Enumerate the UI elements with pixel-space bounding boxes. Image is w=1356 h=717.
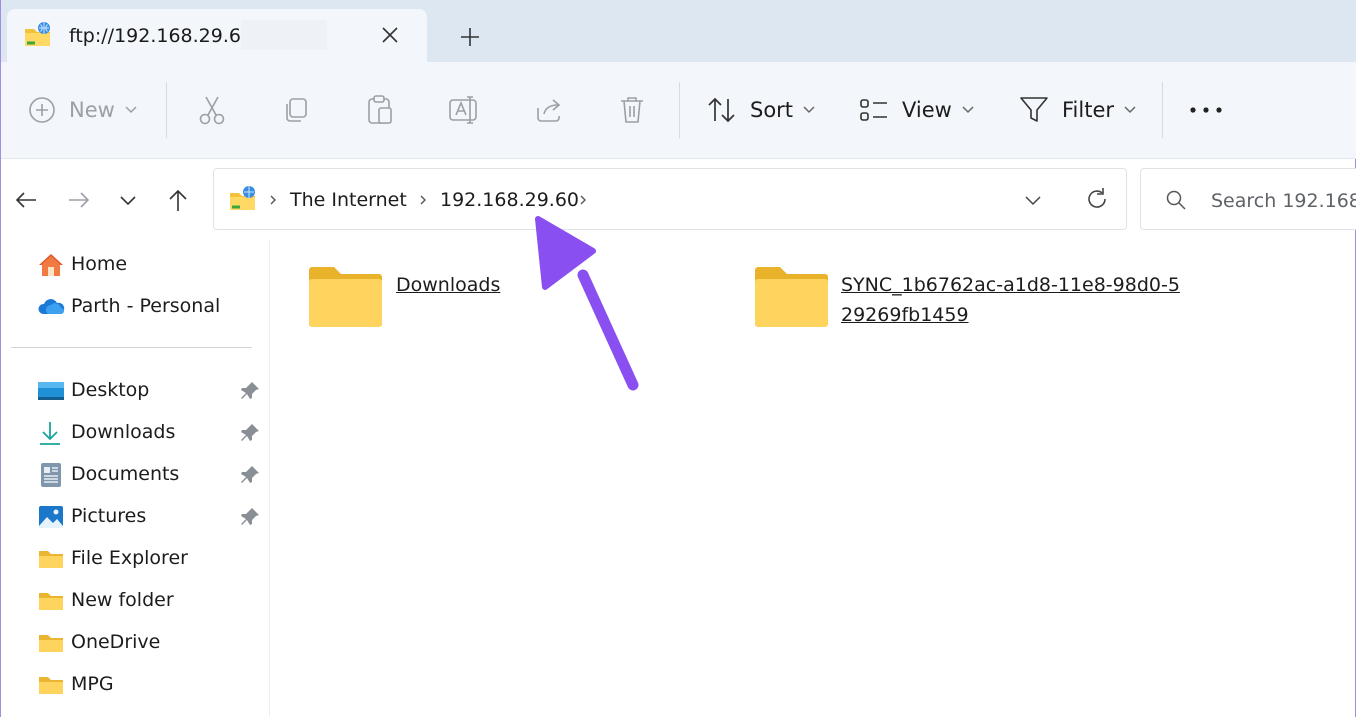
pin-icon[interactable]: [239, 380, 261, 402]
sidebar-item-label: Pictures: [71, 505, 147, 527]
view-button[interactable]: View: [858, 62, 974, 158]
breadcrumb-chevron-icon: [420, 195, 426, 205]
forward-arrow-icon[interactable]: [65, 186, 93, 214]
sidebar-item-label: Parth - Personal: [71, 295, 221, 317]
copy-icon: [286, 98, 307, 122]
navigation-pane: Home Parth - Personal Desktop Downloads …: [1, 240, 270, 717]
address-history-chevron-icon[interactable]: [1022, 189, 1044, 215]
sidebar-item-onedrive[interactable]: OneDrive: [37, 626, 269, 660]
sidebar-item-label: Downloads: [71, 421, 176, 443]
view-label: View: [902, 98, 952, 122]
sidebar-item-label: MPG: [71, 673, 114, 695]
share-icon: [537, 99, 561, 122]
sidebar-item-label: Home: [71, 253, 128, 275]
folder-icon: [39, 551, 63, 568]
command-bar: New Sort View Filter: [1, 62, 1356, 159]
share-button[interactable]: [534, 62, 564, 158]
sidebar-divider: [11, 347, 252, 348]
more-dots-icon: [1190, 107, 1222, 113]
paste-button[interactable]: [366, 62, 394, 158]
new-tab-plus-icon[interactable]: [457, 24, 483, 50]
network-folder-icon: [228, 185, 258, 217]
sidebar-item-label: OneDrive: [71, 631, 161, 653]
large-folder-icon: [309, 267, 382, 327]
scissors-icon: [199, 96, 225, 125]
network-folder-icon: [23, 21, 53, 53]
tab-title: ftp://192.168.29.6: [69, 25, 241, 47]
separator: [166, 82, 167, 138]
clipboard-icon: [368, 95, 392, 124]
breadcrumb-chevron-icon: [270, 195, 276, 205]
recent-locations-chevron-icon[interactable]: [114, 186, 142, 214]
sidebar-item-mpg[interactable]: MPG: [37, 668, 269, 702]
filter-funnel-icon: [1020, 97, 1048, 122]
sidebar-item-home[interactable]: Home: [37, 248, 269, 282]
search-icon: [1165, 189, 1187, 215]
rename-icon: [449, 96, 477, 124]
sort-button[interactable]: Sort: [706, 62, 815, 158]
sidebar-item-onedrive-personal[interactable]: Parth - Personal: [37, 290, 269, 324]
folder-icon: [39, 593, 63, 610]
pin-icon[interactable]: [239, 464, 261, 486]
pictures-icon: [39, 506, 63, 528]
tab-ftp[interactable]: ftp://192.168.29.6: [7, 9, 427, 62]
sidebar-item-downloads[interactable]: Downloads: [37, 416, 269, 450]
documents-icon: [41, 463, 61, 487]
folder-item-downloads[interactable]: Downloads: [307, 266, 527, 330]
view-list-icon: [860, 99, 887, 121]
search-box[interactable]: Search 192.168.: [1140, 168, 1356, 230]
cut-button[interactable]: [197, 62, 227, 158]
sort-icon: [708, 97, 735, 123]
new-button[interactable]: New: [27, 62, 137, 158]
pin-icon[interactable]: [239, 506, 261, 528]
back-arrow-icon[interactable]: [12, 186, 40, 214]
folder-item-label-line1: SYNC_1b6762ac-a1d8-11e8-98d0-5: [841, 274, 1180, 296]
breadcrumb-the-internet[interactable]: The Internet: [290, 189, 407, 211]
desktop-icon: [38, 382, 64, 400]
chevron-down-icon: [125, 106, 137, 114]
redaction-block: [241, 20, 327, 50]
up-arrow-icon[interactable]: [164, 186, 192, 214]
delete-button[interactable]: [618, 62, 646, 158]
sort-label: Sort: [750, 98, 794, 122]
rename-button[interactable]: [448, 62, 480, 158]
chevron-down-icon: [962, 106, 974, 114]
chevron-down-icon: [803, 106, 815, 114]
separator: [679, 82, 680, 138]
close-icon[interactable]: [377, 22, 403, 48]
folder-item-sync[interactable]: SYNC_1b6762ac-a1d8-11e8-98d0-5 29269fb14…: [753, 266, 1183, 330]
folder-item-label-line2: 29269fb1459: [841, 304, 969, 326]
search-placeholder: Search 192.168.: [1211, 190, 1356, 212]
sidebar-item-documents[interactable]: Documents: [37, 458, 269, 492]
folder-icon: [39, 677, 63, 694]
sidebar-item-file-explorer[interactable]: File Explorer: [37, 542, 269, 576]
sidebar-item-label: Documents: [71, 463, 180, 485]
sidebar-item-label: File Explorer: [71, 547, 188, 569]
sidebar-item-desktop[interactable]: Desktop: [37, 374, 269, 408]
onedrive-cloud-icon: [38, 299, 65, 314]
more-options-button[interactable]: [1189, 62, 1223, 158]
pin-icon[interactable]: [239, 422, 261, 444]
tab-strip: ftp://192.168.29.6: [1, 0, 1356, 62]
filter-button[interactable]: Filter: [1018, 62, 1136, 158]
folder-icon: [39, 635, 63, 652]
sidebar-item-pictures[interactable]: Pictures: [37, 500, 269, 534]
sidebar-item-label: Desktop: [71, 379, 150, 401]
folder-item-label: Downloads: [396, 274, 501, 296]
sidebar-item-new-folder[interactable]: New folder: [37, 584, 269, 618]
annotation-arrow-icon: [535, 216, 639, 391]
chevron-down-icon: [1124, 106, 1136, 114]
download-arrow-icon: [40, 422, 60, 445]
address-bar[interactable]: The Internet 192.168.29.60: [213, 168, 1127, 230]
copy-button[interactable]: [282, 62, 310, 158]
refresh-icon[interactable]: [1084, 186, 1110, 216]
separator: [1162, 82, 1163, 138]
large-folder-icon: [755, 267, 828, 327]
sidebar-item-label: New folder: [71, 589, 174, 611]
filter-label: Filter: [1062, 98, 1115, 122]
trash-icon: [621, 97, 643, 123]
home-icon: [39, 254, 63, 276]
new-label: New: [69, 98, 115, 122]
plus-circle-icon: [29, 97, 55, 123]
